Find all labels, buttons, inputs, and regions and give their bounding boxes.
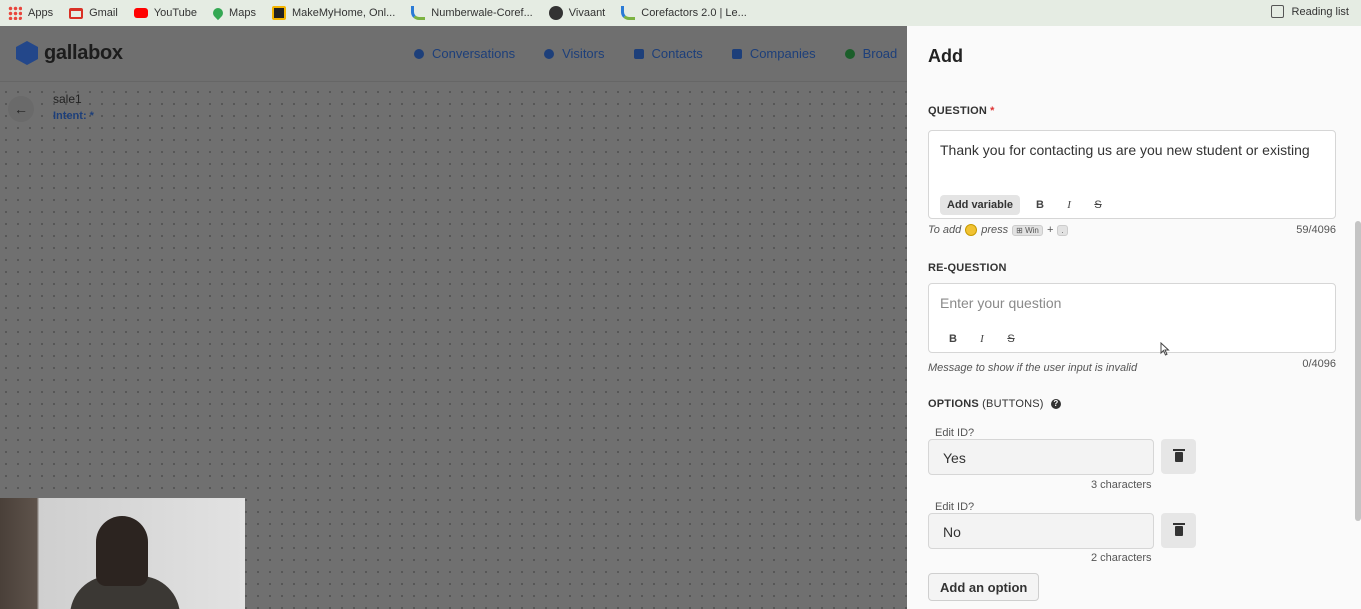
panel-title: Add [928, 46, 963, 66]
nav-broadcast[interactable]: Broad [844, 46, 897, 61]
option-input[interactable]: No [928, 513, 1154, 549]
globe-icon [548, 6, 563, 20]
question-text[interactable]: Thank you for contacting us are you new … [940, 141, 1325, 160]
delete-option-button[interactable] [1161, 513, 1196, 548]
makemyhome-icon [271, 6, 286, 20]
back-arrow-icon[interactable]: ← [8, 96, 34, 122]
gallabox-cube-icon [16, 41, 38, 65]
corefactors-icon [621, 6, 636, 20]
corefactors-icon [411, 6, 426, 20]
smiley-emoji-icon [965, 224, 978, 236]
option-char-count: 2 characters [1091, 552, 1152, 564]
question-toolbar: Add variable B I S [940, 195, 1119, 215]
building-icon [731, 48, 742, 59]
panel-scrollbar[interactable] [1355, 221, 1361, 521]
bookmark-youtube[interactable]: YouTube [133, 7, 197, 19]
requestion-editor[interactable]: Enter your question B I S [928, 283, 1336, 356]
webcam-overlay [0, 498, 245, 609]
option-char-count: 3 characters [1091, 479, 1152, 491]
question-editor[interactable]: Thank you for contacting us are you new … [928, 130, 1336, 219]
bookmarks-bar: Apps Gmail YouTube Maps MakeMyHome, Onl.… [0, 0, 1361, 26]
mouse-cursor-icon [1160, 342, 1170, 356]
edit-id-link[interactable]: Edit ID? [935, 501, 974, 513]
trash-icon [1172, 448, 1185, 462]
nav-contacts[interactable]: Contacts [633, 46, 703, 61]
flow-title: sale1 [53, 92, 82, 106]
chat-icon [414, 48, 424, 59]
help-icon[interactable]: ? [1050, 399, 1061, 410]
question-label: QUESTION * [928, 105, 995, 117]
nav-companies[interactable]: Companies [731, 46, 816, 61]
requestion-char-count: 0/4096 [1302, 358, 1336, 370]
whatsapp-icon [844, 48, 855, 59]
emoji-hint: To add press ⊞ Win + . [928, 224, 1072, 236]
windows-key-icon: ⊞ Win [1012, 224, 1043, 236]
add-variable-button[interactable]: Add variable [940, 195, 1021, 215]
strikethrough-button[interactable]: S [1090, 197, 1106, 213]
maps-pin-icon [210, 5, 226, 21]
requestion-toolbar: B I S [945, 331, 1032, 347]
option-input[interactable]: Yes [928, 439, 1154, 475]
reading-list[interactable]: Reading list [1270, 5, 1349, 18]
top-navigation: gallabox Conversations Visitors Contacts… [0, 26, 907, 82]
edit-id-link[interactable]: Edit ID? [935, 427, 974, 439]
user-icon [544, 48, 555, 59]
requestion-placeholder[interactable]: Enter your question [940, 294, 1325, 313]
bold-button[interactable]: B [1032, 197, 1048, 213]
flow-intent[interactable]: Intent: * [53, 110, 94, 122]
bookmark-gmail[interactable]: Gmail [69, 7, 118, 19]
add-question-panel: Add QUESTION * Thank you for contacting u… [907, 26, 1361, 609]
reading-list-icon [1270, 5, 1284, 18]
options-label: OPTIONS (BUTTONS) ? [928, 398, 1061, 410]
bookmark-numberwale[interactable]: Numberwale-Coref... [411, 6, 533, 20]
gallabox-logo[interactable]: gallabox [16, 41, 123, 65]
nav-visitors[interactable]: Visitors [544, 46, 605, 61]
nav-conversations[interactable]: Conversations [414, 46, 515, 61]
trash-icon [1172, 522, 1185, 536]
bookmark-maps[interactable]: Maps [210, 5, 256, 21]
requestion-label: RE-QUESTION [928, 262, 1007, 274]
gmail-icon [69, 7, 84, 19]
presenter-head [96, 516, 148, 586]
delete-option-button[interactable] [1161, 439, 1196, 474]
italic-button[interactable]: I [1061, 197, 1077, 213]
contact-book-icon [633, 48, 644, 59]
add-option-button[interactable]: Add an option [928, 573, 1040, 601]
italic-button[interactable]: I [974, 331, 990, 347]
bookmark-apps[interactable]: Apps [8, 6, 53, 20]
apps-grid-icon [8, 6, 22, 20]
requestion-hint: Message to show if the user input is inv… [928, 362, 1138, 374]
bookmark-vivaant[interactable]: Vivaant [548, 6, 605, 20]
question-char-count: 59/4096 [1296, 224, 1336, 236]
main-nav: Conversations Visitors Contacts Companie… [414, 46, 897, 61]
bookmark-makemyhome[interactable]: MakeMyHome, Onl... [271, 6, 395, 20]
period-key: . [1057, 224, 1068, 236]
bookmark-corefactors[interactable]: Corefactors 2.0 | Le... [621, 6, 747, 20]
bold-button[interactable]: B [945, 331, 961, 347]
youtube-icon [133, 8, 148, 18]
strikethrough-button[interactable]: S [1003, 331, 1019, 347]
